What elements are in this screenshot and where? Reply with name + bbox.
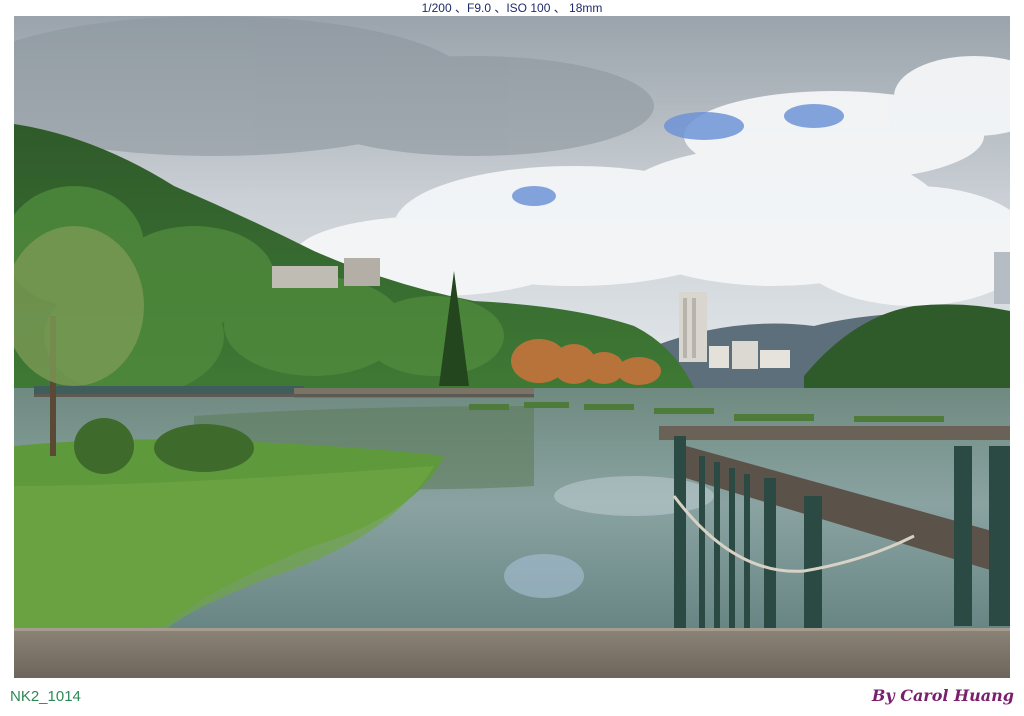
- plank-edge: [14, 628, 1010, 631]
- photo-scene: [14, 16, 1010, 678]
- exif-caption: 1/200 、F9.0 、ISO 100 、 18mm: [421, 1, 603, 15]
- photo-credit: By Carol Huang: [871, 686, 1014, 705]
- foreground-plank: [14, 628, 1010, 678]
- file-id-label: NK2_1014: [10, 688, 81, 705]
- landscape-photo: [14, 16, 1010, 678]
- photo-frame: 1/200 、F9.0 、ISO 100 、 18mm NK2_1014 By …: [0, 0, 1024, 716]
